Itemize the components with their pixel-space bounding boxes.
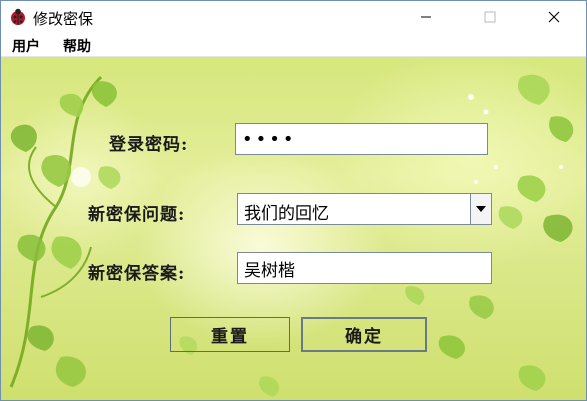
close-button[interactable] (531, 1, 577, 33)
menu-user[interactable]: 用户 (10, 36, 42, 56)
question-dropdown[interactable]: 我们的回忆 (237, 193, 492, 225)
close-icon (548, 11, 560, 23)
answer-input[interactable]: 吴树楷 (237, 252, 492, 284)
question-selected-value: 我们的回忆 (244, 204, 329, 224)
change-security-window: 修改密保 用户 帮助 登录密码: •••• 新密保问题: 我们的回忆 新密保答案… (0, 0, 587, 401)
confirm-button[interactable]: 确定 (301, 317, 427, 352)
minimize-icon (421, 16, 431, 18)
ladybug-app-icon (9, 8, 27, 26)
password-value: •••• (242, 128, 297, 150)
form-panel: 登录密码: •••• 新密保问题: 我们的回忆 新密保答案: 吴树楷 重置 确定 (1, 57, 586, 400)
answer-label: 新密保答案: (88, 264, 186, 284)
maximize-icon (484, 11, 496, 23)
question-label: 新密保问题: (88, 205, 186, 225)
vine-leaves-background (9, 74, 574, 397)
dropdown-arrow-button[interactable] (470, 194, 491, 224)
title-bar: 修改密保 (1, 1, 586, 34)
answer-value: 吴树楷 (244, 260, 295, 281)
window-title: 修改密保 (33, 10, 94, 28)
password-label: 登录密码: (109, 135, 189, 155)
menu-help[interactable]: 帮助 (61, 36, 93, 56)
reset-button[interactable]: 重置 (170, 317, 290, 352)
maximize-button[interactable] (467, 1, 513, 33)
menu-bar: 用户 帮助 (1, 34, 586, 57)
password-input[interactable]: •••• (235, 123, 488, 155)
chevron-down-icon (476, 206, 486, 212)
minimize-button[interactable] (403, 1, 449, 33)
